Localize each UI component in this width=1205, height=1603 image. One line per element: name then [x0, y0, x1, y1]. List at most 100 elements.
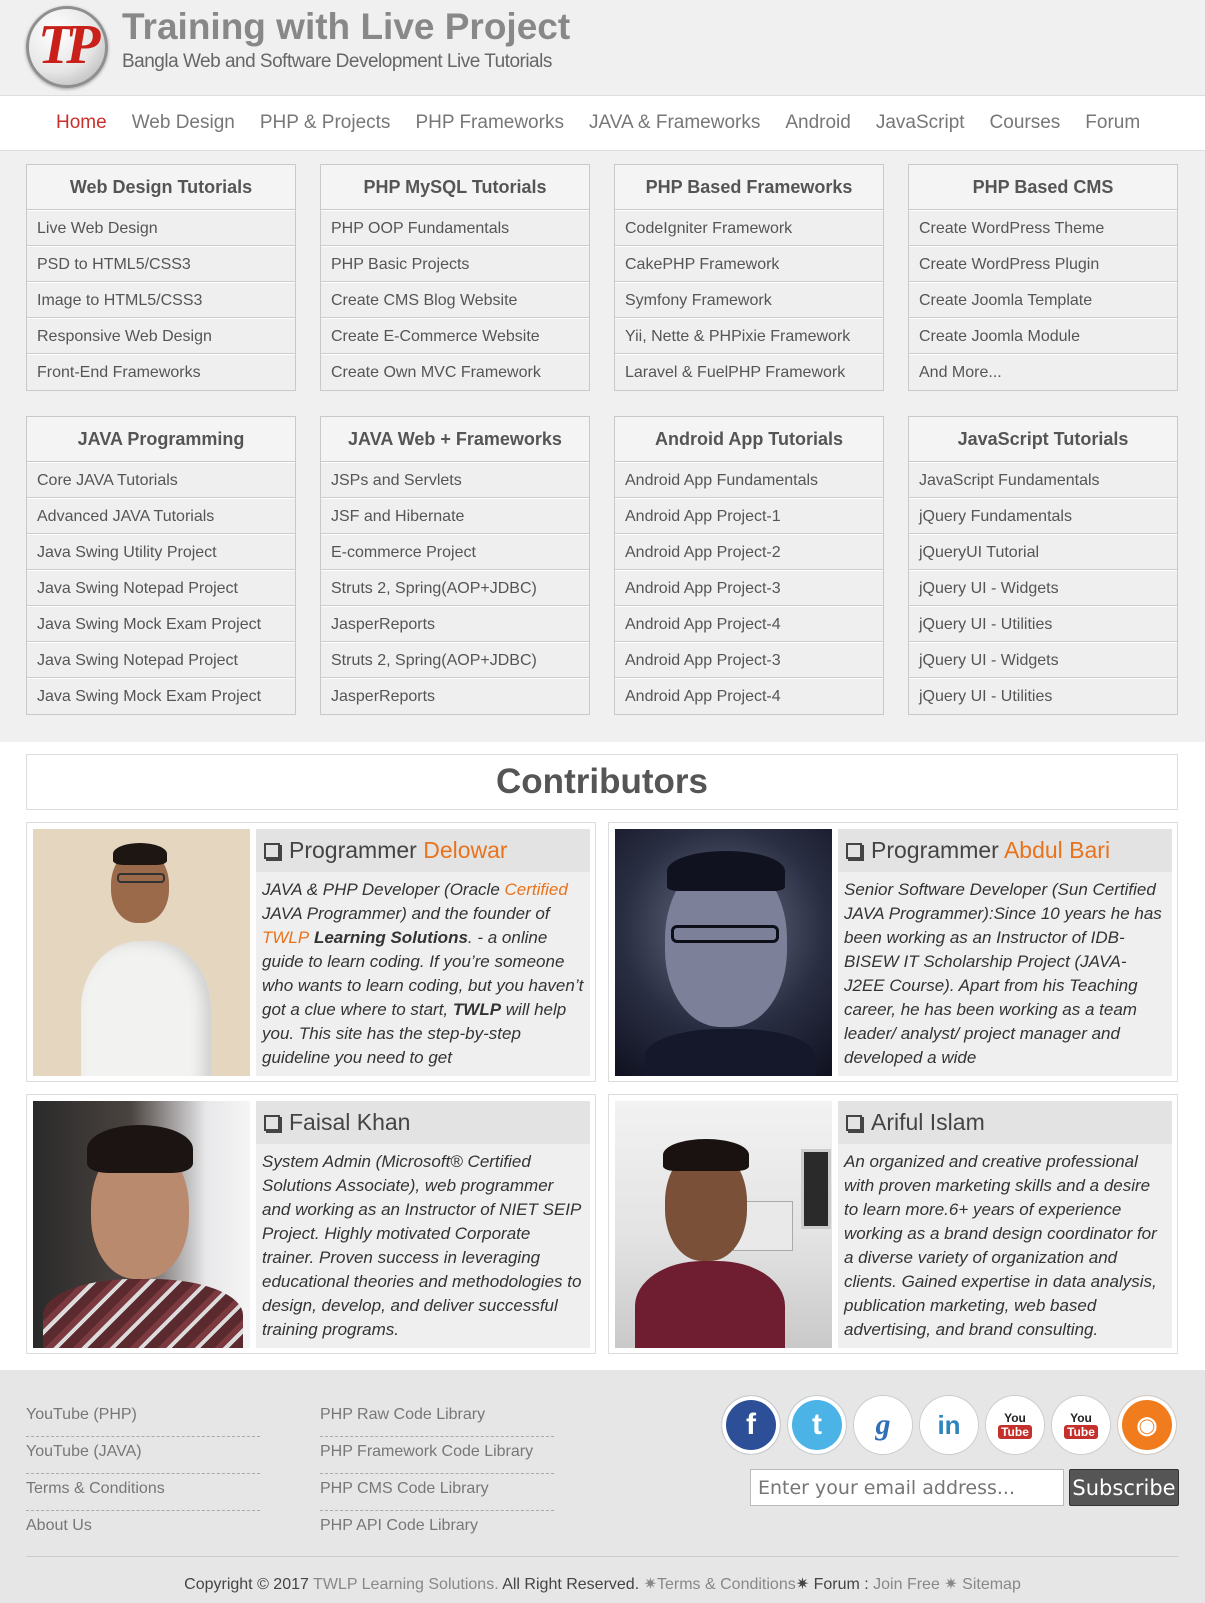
footer-link[interactable]: PHP API Code Library	[320, 1511, 554, 1548]
nav-forum[interactable]: Forum	[1085, 112, 1140, 134]
box-link[interactable]: Android App Project-4	[615, 678, 883, 714]
box-link[interactable]: Android App Project-3	[615, 642, 883, 678]
footer-link[interactable]: YouTube (PHP)	[26, 1400, 260, 1437]
box-link[interactable]: CakePHP Framework	[615, 246, 883, 282]
box-link[interactable]: JasperReports	[321, 606, 589, 642]
box-title[interactable]: PHP MySQL Tutorials	[321, 165, 589, 210]
box-link[interactable]: jQuery UI - Widgets	[909, 642, 1177, 678]
box-php-frameworks: PHP Based Frameworks CodeIgniter Framewo…	[614, 164, 884, 391]
box-link[interactable]: Create WordPress Plugin	[909, 246, 1177, 282]
footer-link[interactable]: PHP Raw Code Library	[320, 1400, 554, 1437]
footer-link[interactable]: Terms & Conditions	[26, 1474, 260, 1511]
nav-java-frameworks[interactable]: JAVA & Frameworks	[589, 112, 760, 134]
rss-icon[interactable]: ◉	[1118, 1396, 1176, 1454]
footer-link[interactable]: YouTube (JAVA)	[26, 1437, 260, 1474]
box-link[interactable]: Yii, Nette & PHPixie Framework	[615, 318, 883, 354]
box-link[interactable]: Android App Fundamentals	[615, 462, 883, 498]
box-link[interactable]: Symfony Framework	[615, 282, 883, 318]
linkedin-icon[interactable]: in	[920, 1396, 978, 1454]
forum-link[interactable]: ✷ Forum :	[796, 1576, 873, 1593]
contributor-name[interactable]: Programmer Delowar	[256, 829, 590, 872]
facebook-icon[interactable]: f	[722, 1396, 780, 1454]
box-link[interactable]: Struts 2, Spring(AOP+JDBC)	[321, 570, 589, 606]
nav-php-frameworks[interactable]: PHP Frameworks	[415, 112, 564, 134]
box-title[interactable]: JAVA Programming	[27, 417, 295, 462]
box-link[interactable]: PHP OOP Fundamentals	[321, 210, 589, 246]
box-link[interactable]: Core JAVA Tutorials	[27, 462, 295, 498]
box-link[interactable]: Java Swing Notepad Project	[27, 570, 295, 606]
box-link[interactable]: Create Own MVC Framework	[321, 354, 589, 390]
contributor-photo	[33, 1101, 250, 1348]
email-field[interactable]	[750, 1469, 1064, 1506]
box-link[interactable]: Java Swing Notepad Project	[27, 642, 295, 678]
box-title[interactable]: PHP Based CMS	[909, 165, 1177, 210]
box-link[interactable]: Create Joomla Module	[909, 318, 1177, 354]
box-link[interactable]: Java Swing Utility Project	[27, 534, 295, 570]
box-link[interactable]: JasperReports	[321, 678, 589, 714]
contributor-name[interactable]: Programmer Abdul Bari	[838, 829, 1172, 872]
contributor-name[interactable]: Ariful Islam	[838, 1101, 1172, 1144]
box-link[interactable]: PSD to HTML5/CSS3	[27, 246, 295, 282]
box-link[interactable]: Android App Project-2	[615, 534, 883, 570]
checkbox-icon	[846, 1115, 862, 1131]
contributor-name[interactable]: Faisal Khan	[256, 1101, 590, 1144]
box-link[interactable]: jQuery UI - Utilities	[909, 678, 1177, 714]
footer-link[interactable]: PHP CMS Code Library	[320, 1474, 554, 1511]
join-free-link[interactable]: Join Free	[873, 1576, 940, 1593]
nav-courses[interactable]: Courses	[990, 112, 1061, 134]
box-link[interactable]: jQuery UI - Utilities	[909, 606, 1177, 642]
box-title[interactable]: JAVA Web + Frameworks	[321, 417, 589, 462]
box-link[interactable]: jQueryUI Tutorial	[909, 534, 1177, 570]
copyright: Copyright © 2017 TWLP Learning Solutions…	[184, 1576, 1021, 1593]
nav-web-design[interactable]: Web Design	[132, 112, 235, 134]
box-link[interactable]: Create Joomla Template	[909, 282, 1177, 318]
box-link[interactable]: JavaScript Fundamentals	[909, 462, 1177, 498]
googleplus-icon[interactable]: g	[854, 1396, 912, 1454]
box-title[interactable]: PHP Based Frameworks	[615, 165, 883, 210]
contributor-photo	[33, 829, 250, 1076]
box-link[interactable]: Android App Project-1	[615, 498, 883, 534]
box-link[interactable]: jQuery UI - Widgets	[909, 570, 1177, 606]
box-link[interactable]: CodeIgniter Framework	[615, 210, 883, 246]
box-link[interactable]: Create E-Commerce Website	[321, 318, 589, 354]
nav-php-projects[interactable]: PHP & Projects	[260, 112, 391, 134]
nav-javascript[interactable]: JavaScript	[876, 112, 965, 134]
site-title[interactable]: Training with Live Project	[122, 6, 570, 48]
box-link[interactable]: Image to HTML5/CSS3	[27, 282, 295, 318]
nav-android[interactable]: Android	[785, 112, 851, 134]
box-link[interactable]: JSPs and Servlets	[321, 462, 589, 498]
sitemap-link[interactable]: ✷ Sitemap	[940, 1576, 1021, 1593]
box-link[interactable]: JSF and Hibernate	[321, 498, 589, 534]
box-link[interactable]: jQuery Fundamentals	[909, 498, 1177, 534]
subscribe-button[interactable]: Subscribe	[1069, 1469, 1179, 1506]
box-link[interactable]: Android App Project-4	[615, 606, 883, 642]
site-logo[interactable]: TP	[26, 6, 108, 88]
box-link[interactable]: Laravel & FuelPHP Framework	[615, 354, 883, 390]
social-icons: f t g in You Tube You Tube ◉	[722, 1396, 1184, 1454]
twitter-icon[interactable]: t	[788, 1396, 846, 1454]
contributor-description: System Admin (Microsoft® Certified Solut…	[262, 1152, 582, 1339]
youtube-icon[interactable]: You Tube	[986, 1396, 1044, 1454]
box-link[interactable]: PHP Basic Projects	[321, 246, 589, 282]
box-link[interactable]: Android App Project-3	[615, 570, 883, 606]
box-link[interactable]: Java Swing Mock Exam Project	[27, 606, 295, 642]
box-title[interactable]: JavaScript Tutorials	[909, 417, 1177, 462]
terms-link[interactable]: ✷Terms & Conditions	[644, 1576, 796, 1593]
box-link[interactable]: Struts 2, Spring(AOP+JDBC)	[321, 642, 589, 678]
footer-link[interactable]: About Us	[26, 1511, 260, 1548]
box-link[interactable]: Java Swing Mock Exam Project	[27, 678, 295, 714]
box-title[interactable]: Android App Tutorials	[615, 417, 883, 462]
box-link[interactable]: Front-End Frameworks	[27, 354, 295, 390]
box-title[interactable]: Web Design Tutorials	[27, 165, 295, 210]
box-link[interactable]: Create WordPress Theme	[909, 210, 1177, 246]
nav-home[interactable]: Home	[56, 112, 107, 134]
youtube-icon[interactable]: You Tube	[1052, 1396, 1110, 1454]
box-link[interactable]: Responsive Web Design	[27, 318, 295, 354]
box-link[interactable]: And More...	[909, 354, 1177, 390]
box-link[interactable]: E-commerce Project	[321, 534, 589, 570]
footer-link[interactable]: PHP Framework Code Library	[320, 1437, 554, 1474]
box-link[interactable]: Create CMS Blog Website	[321, 282, 589, 318]
box-link[interactable]: Advanced JAVA Tutorials	[27, 498, 295, 534]
brand-link[interactable]: TWLP Learning Solutions.	[313, 1576, 499, 1593]
box-link[interactable]: Live Web Design	[27, 210, 295, 246]
